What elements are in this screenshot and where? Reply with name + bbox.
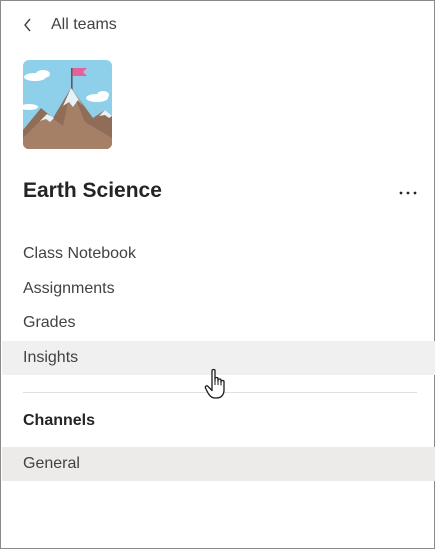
team-avatar — [23, 60, 112, 149]
chevron-left-icon — [23, 18, 33, 32]
menu-item-class-notebook[interactable]: Class Notebook — [2, 237, 435, 272]
back-to-all-teams-link[interactable]: All teams — [23, 13, 117, 37]
channel-item-general[interactable]: General — [2, 447, 435, 481]
team-menu: Class Notebook Assignments Grades Insigh… — [2, 237, 435, 375]
team-name: Earth Science — [23, 179, 162, 202]
menu-item-insights[interactable]: Insights — [2, 340, 435, 375]
section-divider — [23, 392, 417, 393]
more-options-button[interactable] — [395, 181, 421, 205]
team-panel: All teams Earth Science Class Notebook A… — [0, 0, 435, 549]
menu-item-assignments[interactable]: Assignments — [2, 272, 435, 307]
channels-header: Channels — [23, 412, 96, 429]
back-label: All teams — [51, 16, 117, 33]
more-options-icon — [399, 191, 417, 195]
menu-item-grades[interactable]: Grades — [2, 306, 435, 341]
mountain-flag-icon — [23, 60, 112, 149]
